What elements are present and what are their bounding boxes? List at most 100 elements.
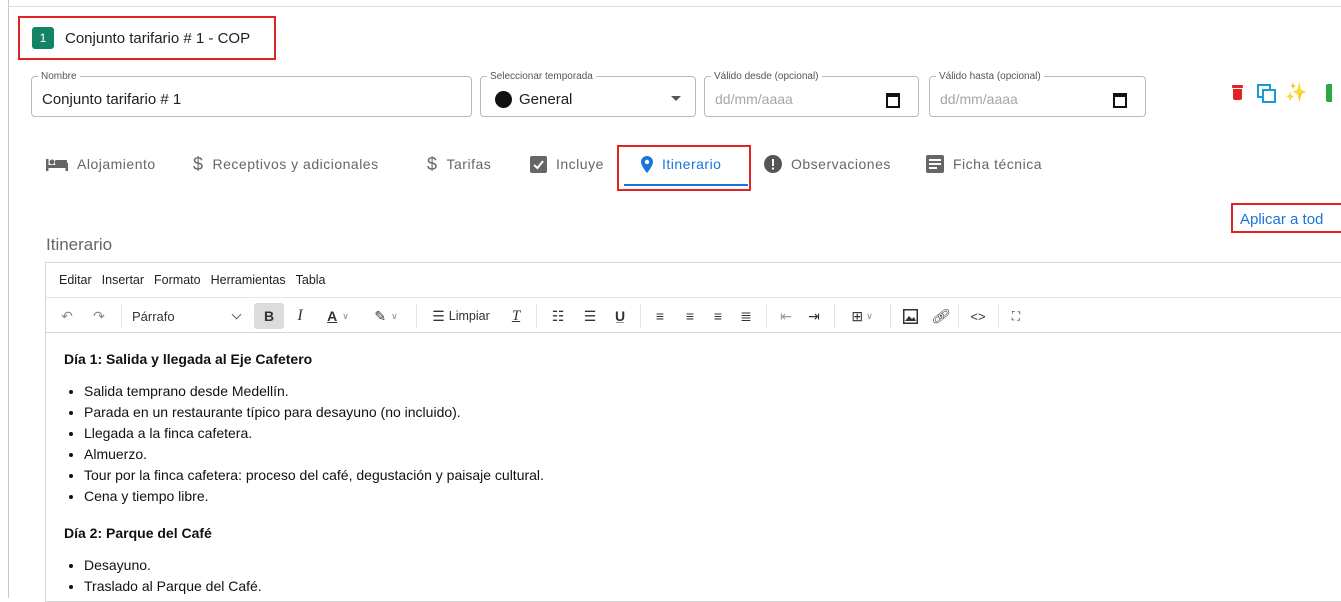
clear-formatting-button[interactable]: ☰ Limpiar	[426, 303, 496, 329]
menu-formato[interactable]: Formato	[154, 273, 201, 287]
calendar-icon[interactable]	[1113, 93, 1127, 108]
align-left-icon[interactable]: ≡	[648, 303, 672, 329]
rate-set-title: Conjunto tarifario # 1 - COP	[65, 29, 251, 47]
chevron-down-icon[interactable]	[671, 96, 681, 101]
day2-heading: Día 2: Parque del Café	[64, 525, 212, 541]
exclamation-icon	[764, 155, 782, 173]
fullscreen-icon[interactable]: ⛶	[1004, 303, 1028, 329]
tab-label: Observaciones	[791, 156, 891, 172]
highlight-color-button[interactable]: ✎ ∨	[364, 303, 408, 329]
document-icon	[926, 155, 944, 173]
name-field-label: Nombre	[38, 71, 80, 82]
list-item: Traslado al Parque del Café.	[84, 576, 1341, 597]
toolbar-separator	[121, 304, 122, 328]
valid-from-label: Válido desde (opcional)	[711, 71, 822, 82]
block-format-value: Párrafo	[132, 308, 175, 324]
season-color-dot	[495, 91, 512, 108]
tab-ficha-tecnica[interactable]: Ficha técnica	[926, 140, 1042, 188]
valid-to-placeholder: dd/mm/aaaa	[940, 91, 1018, 107]
bold-button[interactable]: B	[254, 303, 284, 329]
duplicate-icon[interactable]	[1257, 84, 1276, 103]
name-field-value: Conjunto tarifario # 1	[42, 91, 182, 108]
menu-herramientas[interactable]: Herramientas	[211, 273, 286, 287]
valid-to-label: Válido hasta (opcional)	[936, 71, 1044, 82]
day2-list: Desayuno. Traslado al Parque del Café.	[64, 555, 1341, 597]
valid-to-date-field[interactable]: Válido hasta (opcional) dd/mm/aaaa	[929, 71, 1146, 117]
tab-incluye[interactable]: Incluye	[530, 140, 604, 188]
underline-icon[interactable]: U̲	[608, 303, 632, 329]
italic-button[interactable]: I	[288, 303, 312, 329]
tab-label: Incluye	[556, 156, 604, 172]
undo-icon[interactable]: ↶	[56, 303, 78, 329]
trash-icon[interactable]	[1231, 85, 1244, 100]
checkbox-icon	[530, 155, 547, 173]
list-item: Almuerzo.	[84, 444, 1341, 465]
name-field[interactable]: Nombre Conjunto tarifario # 1	[31, 71, 472, 117]
frame-border-top	[8, 6, 1341, 7]
menu-editar[interactable]: Editar	[59, 273, 92, 287]
bullet-list-icon[interactable]: ☰	[578, 303, 602, 329]
dollar-icon: $	[427, 153, 438, 174]
tab-label: Tarifas	[446, 156, 492, 172]
apply-to-all-text: Aplicar a tod	[1240, 211, 1324, 228]
toolbar-separator	[536, 304, 537, 328]
rate-set-number-badge: 1	[32, 27, 54, 49]
redo-icon[interactable]: ↷	[88, 303, 110, 329]
season-select-label: Seleccionar temporada	[487, 71, 596, 82]
calendar-icon[interactable]	[886, 93, 900, 108]
valid-from-placeholder: dd/mm/aaaa	[715, 91, 793, 107]
indent-icon[interactable]: ⇥	[802, 303, 826, 329]
rate-set-header[interactable]: 1 Conjunto tarifario # 1 - COP	[18, 16, 276, 60]
toolbar-separator	[834, 304, 835, 328]
itinerary-section-label: Itinerario	[46, 235, 113, 254]
season-select-value: General	[519, 91, 573, 108]
text-color-button[interactable]: A ∨	[318, 303, 358, 329]
editor-menubar: Editar Insertar Formato Herramientas Tab…	[46, 263, 1341, 297]
list-item: Salida temprano desde Medellín.	[84, 381, 1341, 402]
toolbar-separator	[958, 304, 959, 328]
apply-to-all-link[interactable]: Aplicar a tod	[1231, 203, 1341, 233]
list-item: Cena y tiempo libre.	[84, 486, 1341, 507]
align-right-icon[interactable]: ≡	[706, 303, 730, 329]
tab-label: Ficha técnica	[953, 156, 1042, 172]
source-code-icon[interactable]: <>	[966, 303, 990, 329]
remove-format-icon[interactable]: T	[504, 303, 528, 329]
tab-alojamiento[interactable]: Alojamiento	[46, 140, 156, 188]
list-item: Parada en un restaurante típico para des…	[84, 402, 1341, 423]
editor-toolbar: ↶ ↷ Párrafo B I A ∨ ✎ ∨ ☰ Limpiar T ☷ ☰ U̲ …	[46, 297, 1341, 333]
active-tab-highlight	[617, 145, 751, 191]
bed-icon	[46, 157, 68, 171]
tab-observaciones[interactable]: Observaciones	[764, 140, 891, 188]
dollar-icon: $	[193, 153, 204, 174]
tab-tarifas[interactable]: $ Tarifas	[427, 140, 491, 188]
menu-tabla[interactable]: Tabla	[296, 273, 326, 287]
block-format-select[interactable]: Párrafo	[132, 303, 244, 329]
toolbar-separator	[890, 304, 891, 328]
list-item: Desayuno.	[84, 555, 1341, 576]
toolbar-separator	[998, 304, 999, 328]
rich-text-editor[interactable]: Editar Insertar Formato Herramientas Tab…	[45, 262, 1341, 602]
frame-border-left	[8, 0, 9, 598]
toolbar-separator	[640, 304, 641, 328]
numbered-list-icon[interactable]: ☷	[546, 303, 570, 329]
tab-label: Alojamiento	[77, 156, 156, 172]
align-justify-icon[interactable]: ≣	[734, 303, 758, 329]
valid-from-date-field[interactable]: Válido desde (opcional) dd/mm/aaaa	[704, 71, 919, 117]
table-icon[interactable]: ⊞ ∨	[842, 303, 882, 329]
outdent-icon[interactable]: ⇤	[774, 303, 798, 329]
list-item: Tour por la finca cafetera: proceso del …	[84, 465, 1341, 486]
list-item: Llegada a la finca cafetera.	[84, 423, 1341, 444]
day1-heading: Día 1: Salida y llegada al Eje Cafetero	[64, 351, 313, 367]
align-center-icon[interactable]: ≡	[678, 303, 702, 329]
toolbar-separator	[416, 304, 417, 328]
editor-content[interactable]: Día 1: Salida y llegada al Eje Cafetero …	[46, 333, 1341, 597]
menu-insertar[interactable]: Insertar	[102, 273, 144, 287]
season-select[interactable]: Seleccionar temporada General	[480, 71, 696, 117]
green-action-button[interactable]	[1326, 84, 1332, 102]
link-icon[interactable]: 🔗︎	[928, 303, 952, 329]
tab-receptivos[interactable]: $ Receptivos y adicionales	[193, 140, 379, 188]
image-icon[interactable]	[898, 303, 922, 329]
magic-wand-icon[interactable]: ✨	[1285, 82, 1307, 103]
tab-label: Receptivos y adicionales	[212, 156, 379, 172]
chevron-down-icon	[231, 309, 242, 320]
